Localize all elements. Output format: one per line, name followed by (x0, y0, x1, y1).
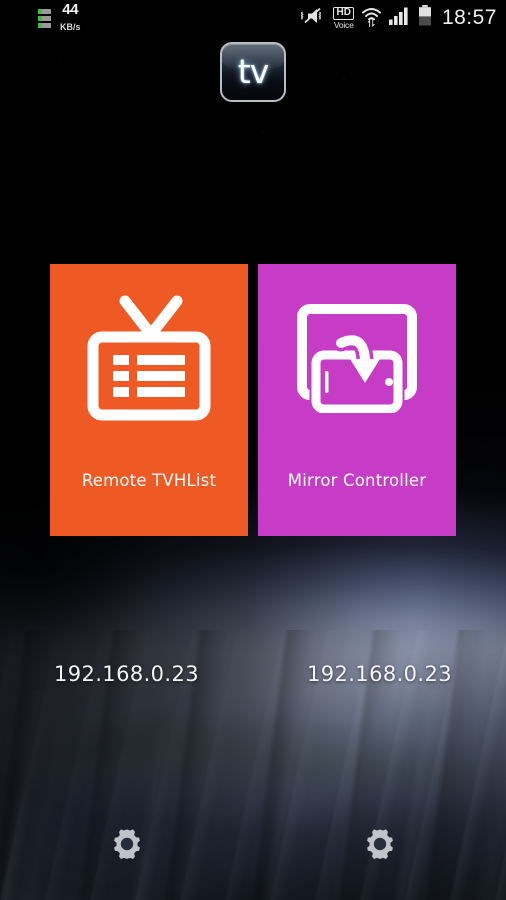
gear-cell-left (0, 828, 253, 864)
tile-label-remote-tvhlist: Remote TVHList (81, 471, 217, 490)
gear-icon (363, 827, 397, 866)
app-logo[interactable]: tv (220, 42, 286, 102)
settings-button-mirror-controller[interactable] (362, 828, 398, 864)
ip-address-row: 192.168.0.23 192.168.0.23 (0, 662, 506, 686)
app-logo-label: tv (237, 51, 269, 91)
app-logo-container: tv (0, 42, 506, 102)
tile-remote-tvhlist[interactable]: Remote TVHList (50, 264, 248, 536)
tv-list-icon (85, 295, 213, 426)
status-bar-right: HD Voice 18:57 (300, 5, 497, 32)
ip-cell-right: 192.168.0.23 (253, 662, 506, 686)
network-speed-value: 44 (62, 1, 79, 18)
status-bar-left: 44 KB/s (38, 2, 81, 34)
vibrate-mute-icon (300, 6, 326, 31)
wifi-transfer-icon (361, 5, 382, 32)
network-speed-unit: KB/s (60, 22, 81, 32)
settings-button-remote-tvhlist[interactable] (109, 828, 145, 864)
gear-icon (110, 827, 144, 866)
hd-badge-label: HD (333, 6, 354, 20)
gear-cell-right (253, 828, 506, 864)
tile-mirror-controller[interactable]: Mirror Controller (258, 264, 456, 536)
ip-cell-left: 192.168.0.23 (0, 662, 253, 686)
network-speed-readout: 44 KB/s (60, 2, 81, 34)
app-screen: 44 KB/s HD Voice 18:57 tv Remote TVHList… (0, 0, 506, 900)
ip-address-mirror-controller[interactable]: 192.168.0.23 (307, 662, 452, 686)
tile-icon-area (258, 264, 456, 471)
network-speed-icon (38, 8, 51, 28)
cellular-signal-icon (388, 6, 411, 30)
battery-icon (418, 5, 432, 31)
voice-label: Voice (333, 19, 354, 30)
tile-icon-area (50, 264, 248, 471)
settings-row (0, 828, 506, 864)
status-bar: 44 KB/s HD Voice 18:57 (0, 0, 506, 36)
status-bar-clock: 18:57 (441, 6, 497, 29)
tile-grid: Remote TVHList Mirror Controller (0, 264, 506, 536)
tile-label-mirror-controller: Mirror Controller (287, 471, 427, 490)
screen-mirror-icon (294, 303, 420, 418)
hd-voice-icon: HD Voice (333, 6, 354, 30)
ip-address-remote-tvhlist[interactable]: 192.168.0.23 (54, 662, 199, 686)
